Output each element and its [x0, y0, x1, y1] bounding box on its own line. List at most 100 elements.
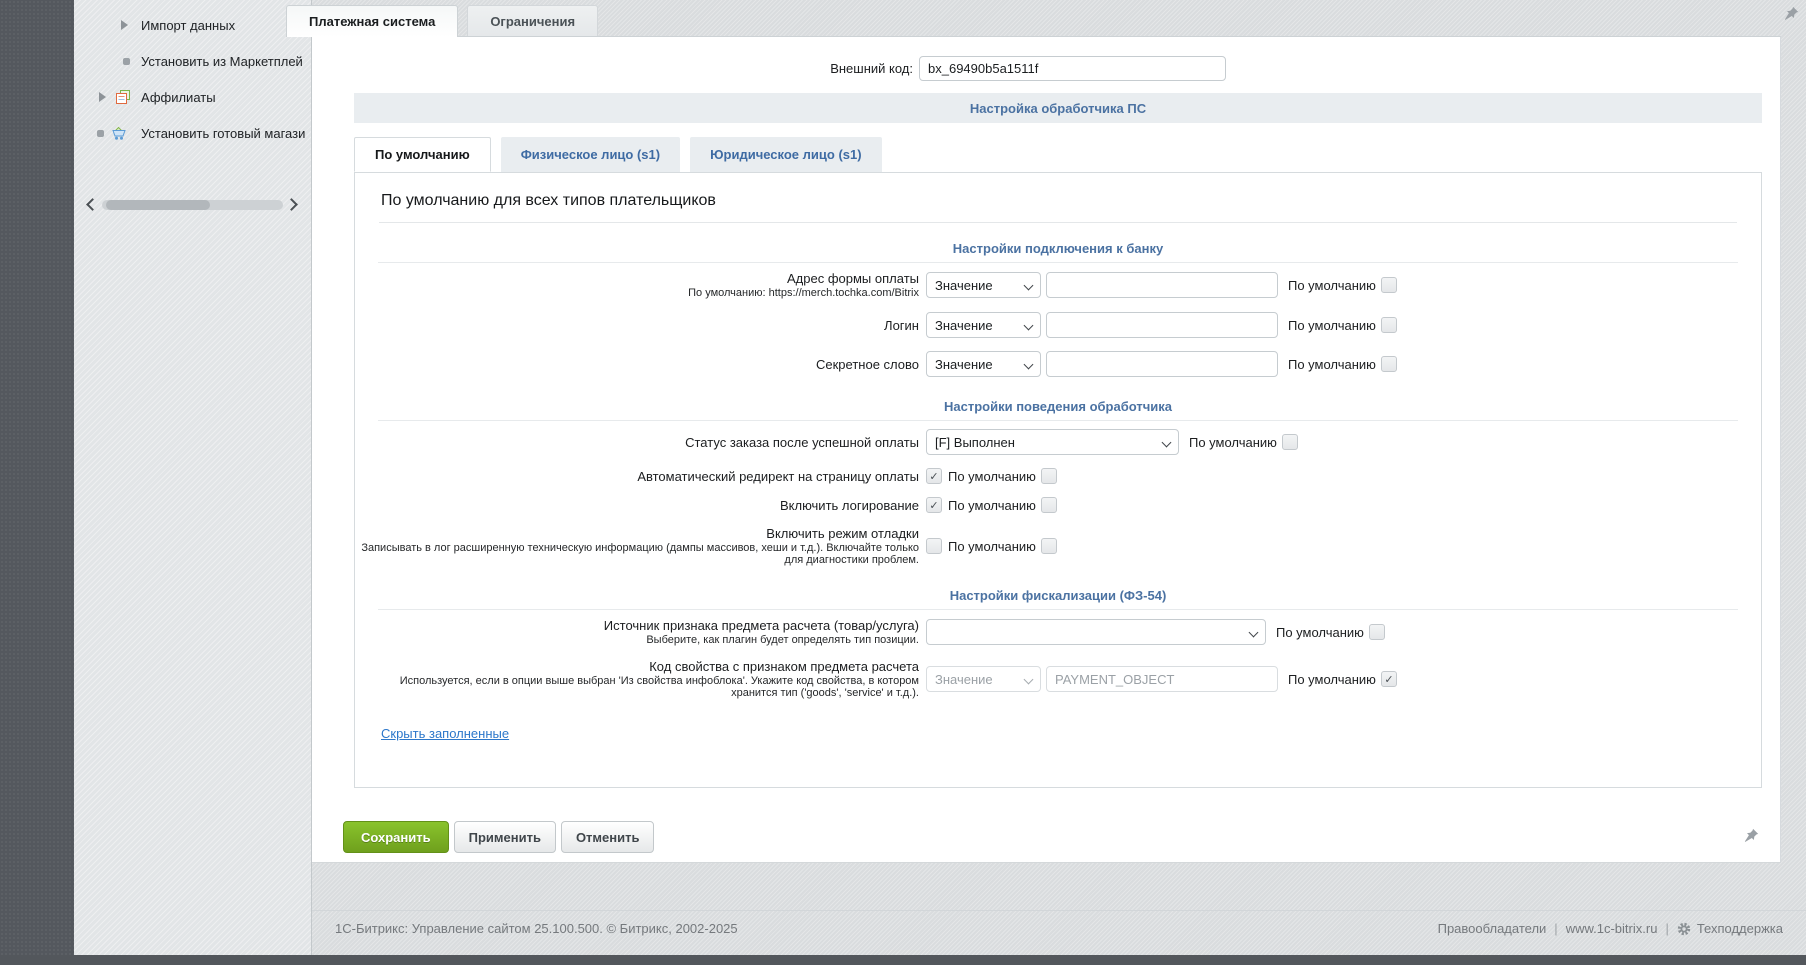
property-code-default-checkbox[interactable]: ✓ — [1381, 671, 1397, 687]
cancel-button[interactable]: Отменить — [561, 821, 655, 853]
default-label: По умолчанию — [1189, 435, 1277, 450]
login-default-checkbox[interactable]: ✓ — [1381, 317, 1397, 333]
sidebar-item-install-ready-store[interactable]: Установить готовый магази — [74, 115, 311, 151]
sidebar-item-affiliates[interactable]: Аффилиаты — [74, 79, 311, 115]
scrollbar-thumb[interactable] — [106, 200, 210, 210]
save-button[interactable]: Сохранить — [343, 821, 449, 853]
hide-filled-link[interactable]: Скрыть заполненные — [381, 726, 509, 741]
shopping-cart-icon — [111, 125, 127, 144]
source-default-checkbox[interactable]: ✓ — [1369, 624, 1385, 640]
scrollbar-track[interactable] — [102, 200, 283, 210]
field-note: По умолчанию: https://merch.tochka.com/B… — [355, 287, 919, 299]
panel-heading: По умолчанию для всех типов плательщиков — [381, 192, 1735, 210]
redirect-default-checkbox[interactable]: ✓ — [1041, 468, 1057, 484]
debug-checkbox[interactable]: ✓ — [926, 538, 942, 554]
sidebar-menu: Импорт данных Установить из Маркетплей А… — [74, 0, 311, 151]
default-label: По умолчанию — [948, 469, 1036, 484]
field-row-property-code: Код свойства с признаком предмета расчет… — [355, 659, 1761, 699]
field-row-payment-url: Адрес формы оплаты По умолчанию: https:/… — [355, 271, 1761, 299]
tab-payer-legal[interactable]: Юридическое лицо (s1) — [690, 137, 881, 172]
logging-checkbox[interactable]: ✓ — [926, 497, 942, 513]
section-title-fiscal: Настройки фискализации (ФЗ-54) — [355, 588, 1761, 603]
field-row-logging: Включить логирование ✓ По умолчанию ✓ — [355, 497, 1761, 513]
status-default-checkbox[interactable]: ✓ — [1282, 434, 1298, 450]
default-label: По умолчанию — [1288, 318, 1376, 333]
redirect-checkbox[interactable]: ✓ — [926, 468, 942, 484]
field-label: Включить логирование — [355, 498, 919, 513]
gear-icon — [1677, 922, 1691, 936]
payer-default-panel: По умолчанию для всех типов плательщиков… — [354, 172, 1762, 788]
default-label: По умолчанию — [1288, 357, 1376, 372]
field-row-status: Статус заказа после успешной оплаты [F] … — [355, 429, 1761, 455]
apply-button[interactable]: Применить — [454, 821, 556, 853]
arrow-right-icon — [121, 20, 128, 30]
default-label: По умолчанию — [1288, 278, 1376, 293]
sidebar-horizontal-scrollbar — [74, 196, 311, 214]
secret-input[interactable] — [1046, 351, 1278, 377]
page-tabs: Платежная система Ограничения — [286, 5, 598, 37]
field-note: Выберите, как плагин будет определять ти… — [355, 634, 919, 646]
logging-default-checkbox[interactable]: ✓ — [1041, 497, 1057, 513]
payment-url-mode-select[interactable]: Значение — [926, 272, 1041, 298]
default-label: По умолчанию — [1276, 625, 1364, 640]
debug-default-checkbox[interactable]: ✓ — [1041, 538, 1057, 554]
scroll-right-icon[interactable] — [288, 200, 297, 209]
external-code-row: Внешний код: — [312, 55, 1780, 81]
field-label: Источник признака предмета расчета (това… — [355, 618, 919, 633]
footer: 1С-Битрикс: Управление сайтом 25.100.500… — [312, 910, 1806, 936]
field-label: Автоматический редирект на страницу опла… — [355, 469, 919, 484]
sidebar-item-import-data[interactable]: Импорт данных — [74, 7, 311, 43]
sidebar-item-install-marketplace[interactable]: Установить из Маркетплей — [74, 43, 311, 79]
field-note: Используется, если в опции выше выбран '… — [355, 675, 919, 699]
status-select[interactable]: [F] Выполнен — [926, 429, 1179, 455]
secret-default-checkbox[interactable]: ✓ — [1381, 356, 1397, 372]
bullet-icon — [123, 58, 130, 65]
secret-mode-select[interactable]: Значение — [926, 351, 1041, 377]
field-row-redirect: Автоматический редирект на страницу опла… — [355, 468, 1761, 484]
divider — [378, 262, 1738, 263]
default-label: По умолчанию — [948, 498, 1036, 513]
source-select[interactable] — [926, 619, 1266, 645]
payment-url-input[interactable] — [1046, 272, 1278, 298]
pin-icon[interactable] — [1744, 828, 1760, 844]
tab-payer-default[interactable]: По умолчанию — [354, 137, 491, 172]
footer-site-link[interactable]: www.1c-bitrix.ru — [1566, 921, 1658, 936]
payer-type-tabs: По умолчанию Физическое лицо (s1) Юридич… — [354, 137, 1762, 172]
bitrix-admin-page: { "sidebar": { "items": [ { "label": "Им… — [0, 0, 1806, 965]
external-code-input[interactable] — [919, 56, 1226, 81]
scroll-left-icon[interactable] — [86, 200, 95, 209]
divider — [378, 609, 1738, 610]
login-mode-select[interactable]: Значение — [926, 312, 1041, 338]
tab-restrictions[interactable]: Ограничения — [467, 5, 598, 36]
affiliates-icon — [115, 89, 131, 108]
handler-settings-header: Настройка обработчика ПС — [354, 93, 1762, 123]
field-label: Код свойства с признаком предмета расчет… — [355, 659, 919, 674]
footer-rights-link[interactable]: Правообладатели — [1438, 921, 1547, 936]
arrow-right-icon — [99, 92, 106, 102]
section-title-bank: Настройки подключения к банку — [355, 241, 1761, 256]
divider — [378, 420, 1738, 421]
property-code-mode-select: Значение — [926, 666, 1041, 692]
divider — [379, 222, 1737, 223]
field-row-debug: Включить режим отладки Записывать в лог … — [355, 526, 1761, 566]
bullet-icon — [97, 130, 104, 137]
tab-payer-individual[interactable]: Физическое лицо (s1) — [501, 137, 680, 172]
bottom-dark-bar — [0, 955, 1806, 965]
property-code-input — [1046, 666, 1278, 692]
footer-support-link[interactable]: Техподдержка — [1697, 921, 1783, 936]
payment-url-default-checkbox[interactable]: ✓ — [1381, 277, 1397, 293]
external-code-label: Внешний код: — [312, 61, 913, 76]
field-label: Статус заказа после успешной оплаты — [355, 435, 919, 450]
pin-icon[interactable] — [1784, 6, 1800, 22]
field-row-login: Логин Значение По умолчанию ✓ — [355, 312, 1761, 338]
default-label: По умолчанию — [948, 539, 1036, 554]
tab-payment-system[interactable]: Платежная система — [286, 5, 458, 37]
footer-copyright: 1С-Битрикс: Управление сайтом 25.100.500… — [335, 921, 738, 936]
login-input[interactable] — [1046, 312, 1278, 338]
field-row-source: Источник признака предмета расчета (това… — [355, 618, 1761, 646]
section-title-behavior: Настройки поведения обработчика — [355, 399, 1761, 414]
field-label: Секретное слово — [355, 357, 919, 372]
field-label: Логин — [355, 318, 919, 333]
field-note: Записывать в лог расширенную техническую… — [355, 542, 919, 566]
form-buttons: Сохранить Применить Отменить — [343, 821, 654, 853]
